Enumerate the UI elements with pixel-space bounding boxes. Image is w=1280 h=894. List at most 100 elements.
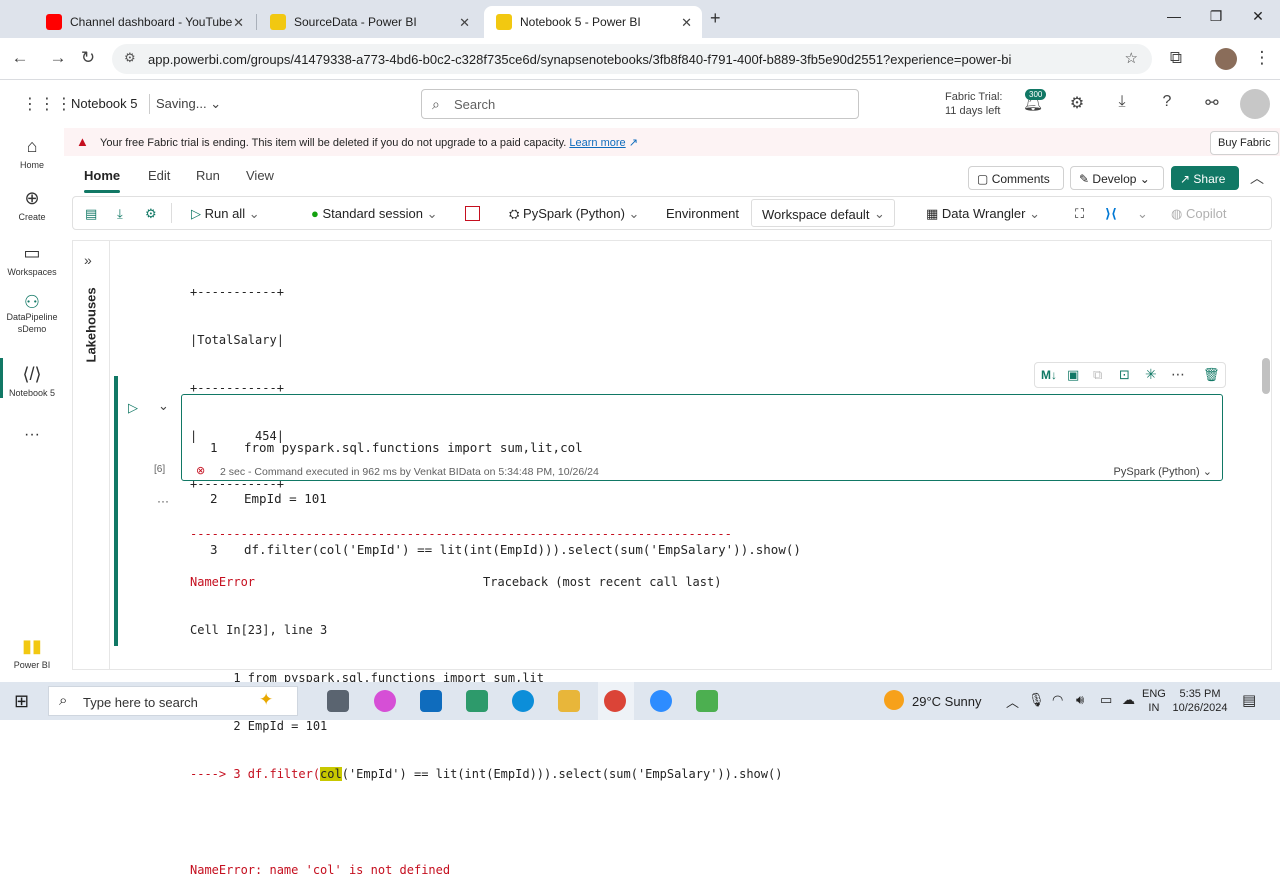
back-icon[interactable]: ← — [10, 48, 30, 68]
task-view-icon[interactable] — [327, 690, 349, 712]
stop-session-icon[interactable] — [465, 206, 480, 221]
window-close-button[interactable]: ✕ — [1248, 8, 1268, 25]
tab-sourcedata[interactable]: SourceData - Power BI ✕ — [258, 6, 480, 38]
copilot-button[interactable]: ◍ Copilot — [1171, 206, 1226, 222]
vertical-scrollbar[interactable] — [1262, 248, 1270, 666]
taskbar-search[interactable]: ⌕ Type here to search ✦ — [48, 686, 298, 716]
microphone-icon[interactable]: 🎙︎ — [1028, 692, 1045, 708]
new-tab-button[interactable]: + — [710, 8, 721, 29]
vscode-icon[interactable]: ⟩⟨ — [1105, 206, 1117, 222]
buy-fabric-button[interactable]: Buy Fabric — [1210, 131, 1279, 155]
chrome-icon[interactable] — [604, 690, 626, 712]
extensions-icon[interactable]: ⧉ — [1166, 48, 1186, 68]
plus-circle-icon: ⊕ — [24, 188, 40, 208]
download-icon[interactable]: ⤓ — [117, 206, 123, 222]
rail-workspaces[interactable]: ▭ Workspaces — [0, 243, 64, 277]
session-status[interactable]: ● Standard session ⌄ — [311, 206, 437, 222]
run-cell-icon[interactable]: ▷ — [128, 400, 138, 416]
weather-icon[interactable] — [884, 690, 904, 710]
delete-icon[interactable]: 🗑︎ — [1203, 367, 1220, 383]
minimize-button[interactable]: — — [1164, 8, 1184, 24]
run-all-button[interactable]: ▷ Run all ⌄ — [191, 206, 260, 222]
data-wrangler-button[interactable]: ▦ Data Wrangler ⌄ — [926, 206, 1040, 222]
url-field[interactable]: ⚙ app.powerbi.com/groups/41479338-a773-4… — [112, 44, 1152, 74]
comments-button[interactable]: ▢ Comments — [968, 166, 1064, 190]
collapse-ribbon-icon[interactable]: ︿ — [1250, 168, 1264, 188]
rail-create[interactable]: ⊕ Create — [0, 188, 64, 222]
mail-icon[interactable] — [420, 690, 442, 712]
tray-chevron-icon[interactable]: ︿ — [1006, 692, 1019, 711]
clock[interactable]: 5:35 PM 10/26/2024 — [1172, 687, 1228, 715]
tab-youtube[interactable]: Channel dashboard - YouTube ✕ — [34, 6, 254, 38]
save-status[interactable]: Saving... ⌄ — [156, 96, 221, 112]
settings-icon[interactable]: ⚙ — [145, 206, 157, 222]
more-icon[interactable]: ··· — [0, 426, 64, 444]
more-options-icon[interactable]: ⋯ — [1171, 366, 1185, 383]
close-icon[interactable]: ✕ — [681, 15, 692, 31]
zoom-icon[interactable] — [650, 690, 672, 712]
output-more-icon[interactable]: ··· — [157, 494, 169, 508]
markdown-icon[interactable]: M↓ — [1041, 368, 1057, 382]
lock-icon[interactable]: ⊡ — [1119, 367, 1130, 383]
network-icon[interactable]: ▭ — [1100, 692, 1112, 708]
workspace-dropdown[interactable]: Workspace default ⌄ — [751, 199, 895, 227]
rail-datapipeline[interactable]: ⚇ DataPipeline sDemo — [0, 293, 64, 335]
download-icon[interactable]: ⤓ — [1111, 93, 1133, 115]
reload-icon[interactable]: ↻ — [78, 48, 98, 68]
search-input[interactable]: ⌕ Search — [421, 89, 859, 119]
scroll-thumb[interactable] — [1262, 358, 1270, 394]
rail-powerbi[interactable]: ▮▮ Power BI — [0, 636, 64, 670]
tab-run[interactable]: Run — [196, 168, 220, 183]
visual-studio-icon[interactable] — [466, 690, 488, 712]
copy-icon[interactable]: ⧉ — [1093, 367, 1102, 383]
onedrive-icon[interactable]: ☁ — [1122, 692, 1135, 708]
app-launcher-icon[interactable]: ⋮⋮⋮ — [22, 94, 73, 114]
close-icon[interactable]: ✕ — [233, 15, 244, 31]
settings-gear-icon[interactable]: ⚙ — [1066, 93, 1088, 115]
save-icon[interactable]: ▤ — [85, 206, 97, 222]
edge-icon[interactable] — [512, 690, 534, 712]
tab-edit[interactable]: Edit — [148, 168, 170, 183]
browser-menu-icon[interactable]: ⋮ — [1252, 48, 1272, 68]
volume-icon[interactable]: 🔊︎ — [1076, 692, 1084, 708]
comment-icon[interactable]: ▣ — [1067, 367, 1079, 383]
copilot-app-icon[interactable] — [374, 690, 396, 712]
code-cell[interactable]: 1 2 3 from pyspark.sql.functions import … — [181, 394, 1223, 557]
profile-avatar[interactable] — [1215, 48, 1237, 70]
fullscreen-icon[interactable]: ⛶ — [1075, 206, 1084, 222]
site-info-icon[interactable]: ⚙ — [124, 50, 136, 66]
user-avatar[interactable] — [1240, 89, 1270, 119]
rail-notebook5[interactable]: ⟨/⟩ Notebook 5 — [0, 364, 64, 398]
help-icon[interactable]: ? — [1156, 93, 1178, 115]
forward-icon[interactable]: → — [48, 48, 68, 68]
maximize-button[interactable]: ❐ — [1206, 8, 1226, 25]
language-indicator[interactable]: ENG IN — [1142, 687, 1166, 715]
wifi-icon[interactable]: ◠ — [1052, 692, 1063, 708]
tab-home[interactable]: Home — [84, 168, 121, 193]
weather-text[interactable]: 29°C Sunny — [912, 694, 982, 709]
tab-view[interactable]: View — [246, 168, 274, 183]
file-explorer-icon[interactable] — [558, 690, 580, 712]
language-selector[interactable]: ⛭ PySpark (Python) ⌄ — [509, 206, 639, 222]
lakehouses-label[interactable]: Lakehouses — [84, 287, 99, 362]
close-icon[interactable]: ✕ — [459, 15, 470, 31]
tab-notebook[interactable]: Notebook 5 - Power BI ✕ — [484, 6, 702, 38]
cell-language-selector[interactable]: PySpark (Python) ⌄ — [1114, 465, 1212, 478]
notebook-title[interactable]: Notebook 5 — [71, 96, 138, 111]
trial-status[interactable]: Fabric Trial: 11 days left — [945, 90, 1002, 118]
windows-start-icon[interactable]: ⊞ — [14, 691, 29, 712]
develop-button[interactable]: ✎ Develop ⌄ — [1070, 166, 1164, 190]
bookmark-star-icon[interactable]: ☆ — [1125, 49, 1138, 67]
expand-icon[interactable]: » — [84, 252, 92, 268]
environment-label: Environment — [666, 206, 739, 221]
collapse-cell-icon[interactable]: ⌄ — [158, 398, 169, 414]
rail-home[interactable]: ⌂ Home — [0, 136, 64, 170]
sheets-icon[interactable] — [696, 690, 718, 712]
share-button[interactable]: ↗ Share — [1171, 166, 1239, 190]
learn-more-link[interactable]: Learn more — [569, 137, 625, 149]
freeze-icon[interactable]: ✳ — [1145, 366, 1157, 383]
chevron-down-icon[interactable]: ⌄ — [1137, 206, 1148, 222]
share-feedback-icon[interactable]: ⚯ — [1201, 93, 1223, 115]
notification-center-icon[interactable]: ▤ — [1242, 691, 1256, 709]
